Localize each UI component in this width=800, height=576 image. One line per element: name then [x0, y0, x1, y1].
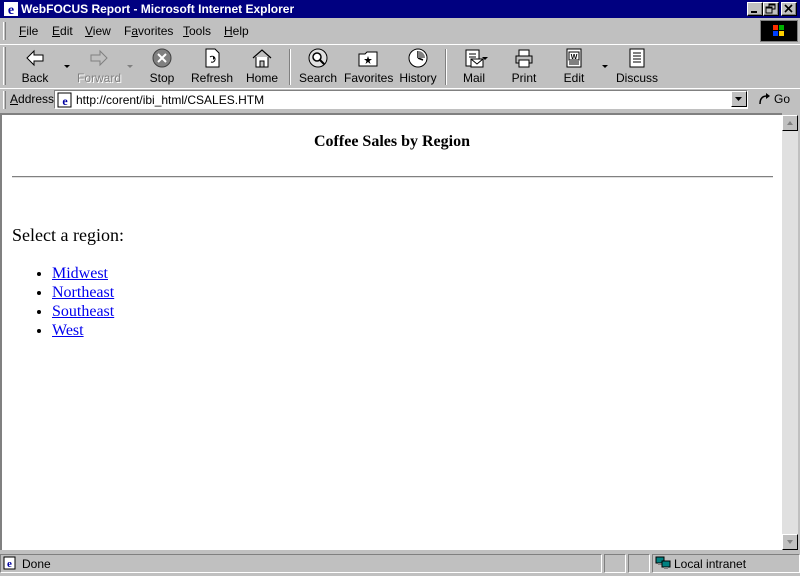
stop-icon [152, 48, 172, 68]
forward-button[interactable]: Forward [76, 47, 122, 87]
status-bar: e Done Local intranet [0, 553, 800, 574]
status-text-pane: e Done [0, 554, 602, 573]
address-url: http://corent/ibi_html/CSALES.HTM [76, 93, 265, 107]
restore-icon [765, 3, 776, 14]
edit-dropdown-icon[interactable] [602, 64, 609, 69]
go-arrow-icon [759, 93, 770, 105]
ie-logo-icon: e [4, 2, 18, 17]
menu-favorites[interactable]: Favorites [124, 24, 173, 38]
list-item: Southeast [52, 302, 114, 321]
address-label: Address [10, 92, 55, 106]
menu-edit[interactable]: Edit [52, 24, 73, 38]
list-item: West [52, 321, 114, 340]
scroll-down-button[interactable] [782, 534, 798, 550]
security-zone-label: Local intranet [674, 557, 747, 571]
page-done-icon: e [3, 556, 16, 570]
region-link-west[interactable]: West [52, 322, 84, 339]
region-prompt: Select a region: [12, 225, 124, 245]
address-input[interactable]: e http://corent/ibi_html/CSALES.HTM [54, 90, 748, 109]
forward-arrow-icon [90, 49, 108, 67]
printer-icon [515, 49, 533, 68]
menu-view[interactable]: View [85, 24, 111, 38]
page-content[interactable]: Coffee Sales by Region Select a region: … [0, 113, 782, 550]
region-link-midwest[interactable]: Midwest [52, 265, 108, 282]
history-button[interactable]: History [396, 47, 440, 87]
menu-tools[interactable]: Tools [183, 24, 211, 38]
status-zone-pane: Local intranet [652, 554, 800, 573]
local-intranet-icon [655, 556, 671, 569]
ie-page-icon: e [57, 92, 72, 108]
region-list: Midwest Northeast Southeast West [12, 264, 114, 340]
svg-text:e: e [62, 94, 68, 108]
svg-text:e: e [7, 558, 12, 570]
windows-logo-throbber [760, 20, 798, 42]
region-link-northeast[interactable]: Northeast [52, 284, 114, 301]
toolbar-separator [445, 49, 447, 85]
minimize-icon [751, 11, 757, 13]
discuss-icon [629, 48, 645, 68]
home-button[interactable]: Home [240, 47, 284, 87]
menu-bar-grip[interactable] [3, 22, 6, 40]
status-security-pane [628, 554, 650, 573]
back-button[interactable]: Back [12, 47, 58, 87]
scroll-down-arrow-icon [787, 540, 793, 544]
menu-file[interactable]: File [19, 24, 38, 38]
horizontal-rule [12, 176, 773, 178]
edit-button[interactable]: W Edit [552, 47, 596, 87]
toolbar-separator [289, 49, 291, 85]
refresh-icon [205, 48, 220, 68]
stop-button[interactable]: Stop [140, 47, 184, 87]
forward-dropdown-icon[interactable] [127, 64, 134, 69]
home-icon [252, 49, 272, 68]
scroll-up-button[interactable] [782, 115, 798, 131]
standard-buttons-toolbar: Back Forward Stop Refresh Home Search Fa… [0, 44, 800, 88]
title-bar[interactable]: e WebFOCUS Report - Microsoft Internet E… [0, 0, 800, 18]
list-item: Midwest [52, 264, 114, 283]
favorites-folder-icon [358, 51, 378, 67]
svg-text:W: W [571, 54, 578, 61]
scroll-up-arrow-icon [787, 121, 793, 125]
chevron-down-icon [735, 97, 742, 101]
close-button[interactable] [781, 2, 797, 16]
mail-dropdown-icon[interactable] [482, 56, 489, 61]
toolbar-grip[interactable] [3, 47, 6, 85]
menu-help[interactable]: Help [224, 24, 249, 38]
status-text: Done [22, 557, 51, 571]
svg-text:e: e [8, 3, 14, 17]
back-arrow-icon [26, 49, 44, 67]
restore-button[interactable] [763, 2, 779, 16]
address-bar: Address e http://corent/ibi_html/CSALES.… [0, 88, 800, 110]
close-icon [784, 4, 793, 13]
back-dropdown-icon[interactable] [64, 64, 71, 69]
search-button[interactable]: Search [296, 47, 340, 87]
edit-word-icon: W [566, 48, 582, 68]
browser-window: e WebFOCUS Report - Microsoft Internet E… [0, 0, 800, 576]
window-title: WebFOCUS Report - Microsoft Internet Exp… [21, 2, 295, 16]
minimize-button[interactable] [747, 2, 763, 16]
favorites-button[interactable]: Favorites [344, 47, 393, 87]
address-bar-grip[interactable] [3, 91, 6, 109]
discuss-button[interactable]: Discuss [614, 47, 660, 87]
windows-logo-icon [773, 25, 784, 36]
menu-bar: File Edit View Favorites Tools Help [0, 20, 800, 42]
vertical-scrollbar[interactable] [782, 115, 798, 550]
list-item: Northeast [52, 283, 114, 302]
history-icon [408, 48, 428, 68]
refresh-button[interactable]: Refresh [188, 47, 236, 87]
go-button[interactable]: Go [756, 90, 798, 108]
page-title: Coffee Sales by Region [314, 133, 470, 150]
search-icon [308, 48, 328, 68]
mail-button[interactable]: Mail [452, 47, 496, 87]
address-dropdown-button[interactable] [731, 91, 747, 107]
region-link-southeast[interactable]: Southeast [52, 303, 114, 320]
print-button[interactable]: Print [502, 47, 546, 87]
status-progress-pane [604, 554, 626, 573]
